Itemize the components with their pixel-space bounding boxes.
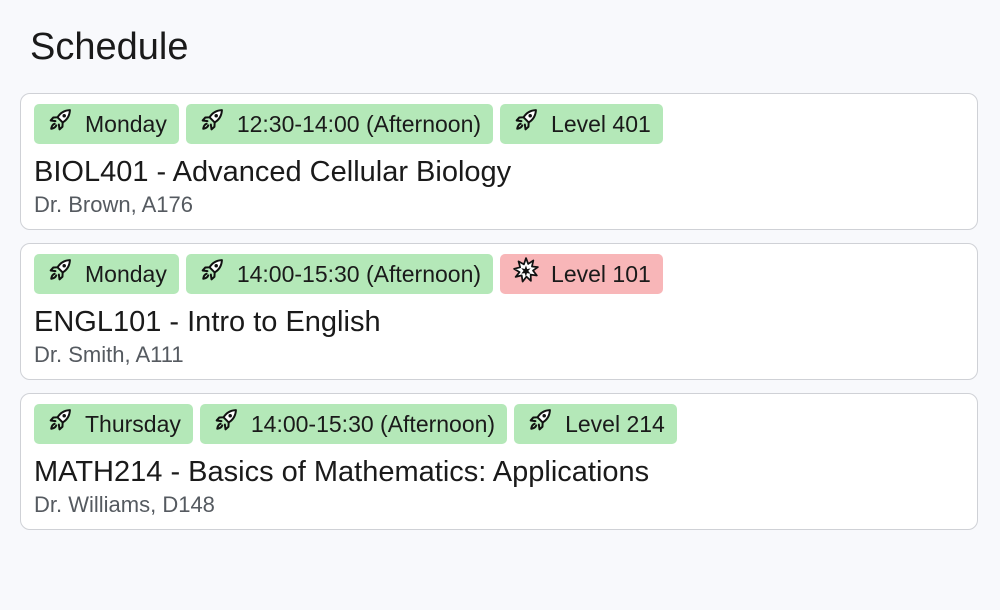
day-tag: Monday [34,254,179,294]
rocket-icon [46,406,74,434]
tag-label: Monday [85,260,167,287]
tag-label: Level 101 [551,260,651,287]
tag-label: Monday [85,110,167,137]
rocket-icon [198,256,226,284]
time-tag: 12:30-14:00 (Afternoon) [185,104,494,144]
page-title: Schedule [30,26,189,68]
course-title: BIOL401 - Advanced Cellular Biology [34,156,512,188]
tag-label: 14:00-15:30 (Afternoon) [250,410,496,437]
tag-label: Level 401 [551,110,651,137]
time-tag: 14:00-15:30 (Afternoon) [199,404,508,444]
course-title: MATH214 - Basics of Mathematics: Applica… [34,456,650,488]
course-title: ENGL101 - Intro to English [34,306,381,338]
tag-label: Thursday [85,410,181,437]
course-instructor-room: Dr. Brown, A176 [34,192,193,217]
tag-list: Monday 12:30-14:00 (Afternoon) Level 401 [34,104,663,144]
tag-list: Thursday 14:00-15:30 (Afternoon) Level 2… [34,404,677,444]
rocket-icon [212,406,240,434]
explosion-icon [512,256,540,284]
course-instructor-room: Dr. Williams, D148 [34,492,215,517]
course-instructor-room: Dr. Smith, A111 [34,342,184,367]
tag-list: Monday 14:00-15:30 (Afternoon) Level 101 [34,254,663,294]
rocket-icon [46,256,74,284]
course-card[interactable]: Monday 14:00-15:30 (Afternoon) Level 101… [20,243,978,380]
level-tag: Level 401 [500,104,663,144]
course-card[interactable]: Monday 12:30-14:00 (Afternoon) Level 401… [20,93,978,230]
day-tag: Thursday [34,404,193,444]
time-tag: 14:00-15:30 (Afternoon) [185,254,494,294]
tag-label: Level 214 [565,410,665,437]
level-tag: Level 101 [500,254,663,294]
tag-label: 12:30-14:00 (Afternoon) [236,110,482,137]
schedule-page: Schedule Monday 12:30-14:00 (Afternoon) … [0,0,1000,610]
rocket-icon [526,406,554,434]
tag-label: 14:00-15:30 (Afternoon) [236,260,482,287]
rocket-icon [46,106,74,134]
day-tag: Monday [34,104,179,144]
rocket-icon [512,106,540,134]
course-card[interactable]: Thursday 14:00-15:30 (Afternoon) Level 2… [20,393,978,530]
rocket-icon [198,106,226,134]
level-tag: Level 214 [514,404,677,444]
